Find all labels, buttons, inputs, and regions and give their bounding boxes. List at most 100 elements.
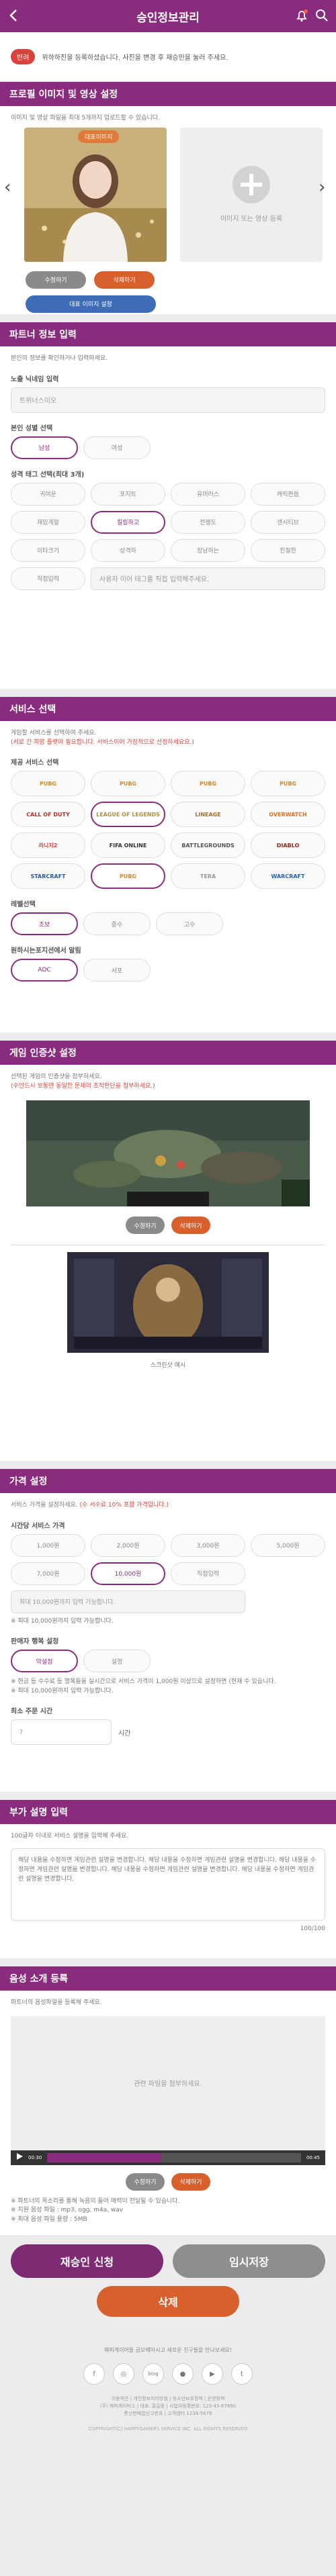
game-option[interactable]: 리니지2 — [11, 832, 85, 858]
footer-text: 해피게이머들 곰모예마시고 새로운 친구들을 만나보세요! — [103, 2347, 233, 2353]
youtube-icon[interactable]: ▶ — [202, 2363, 223, 2385]
service-section: 서비스 선택 게임할 서비스를 선택하여 주세요. (서로 간 희망 플랫이 필… — [0, 697, 336, 1033]
tag-chip[interactable]: 직접입력 — [11, 567, 85, 590]
section-desc-red: (수 서수료 10% 포함 가격입니다.) — [79, 1502, 169, 1509]
tag-chip[interactable]: 포지트 — [91, 482, 165, 506]
shot-delete-button[interactable]: 삭제하기 — [171, 1217, 210, 1234]
example-caption: 스크린샷 예시 — [150, 1362, 186, 1369]
section-desc-red: (수인드시 보통만 동일한 문제의 조작판단을 첨부하세요.) — [11, 1082, 155, 1090]
method-option[interactable]: 설정 — [83, 1650, 151, 1672]
tag-chip[interactable]: 이타크기 — [11, 538, 85, 562]
game-option[interactable]: STARCRAFT — [11, 863, 85, 889]
add-media-label: 이미지 또는 영상 등록 — [220, 216, 283, 223]
back-icon[interactable] — [7, 8, 22, 23]
game-option[interactable]: TERA — [171, 863, 245, 889]
chevron-left-icon[interactable]: ‹ — [4, 177, 17, 197]
tags-label: 성격 태그 선택(최대 3개) — [11, 471, 85, 479]
tag-chip[interactable]: 재밌게말 — [11, 510, 85, 534]
bell-icon[interactable] — [294, 8, 309, 23]
game-option[interactable]: LEAGUE OF LEGENDS — [91, 802, 165, 827]
notice-text: 위하하진을 등록하셨습니다. 사진을 변경 후 재승인을 눌러 주세요. — [42, 54, 228, 62]
search-icon[interactable] — [314, 8, 329, 23]
section-title: 가격 설정 — [0, 1469, 336, 1493]
photo-delete-button[interactable]: 삭제하기 — [94, 271, 155, 289]
game-option[interactable]: PUBG — [251, 771, 325, 796]
price-custom-button[interactable]: 직접입력 — [171, 1562, 245, 1585]
game-option[interactable]: PUBG — [91, 771, 165, 796]
position-option[interactable]: ADC — [11, 959, 78, 982]
game-option[interactable]: CALL OF DUTY — [11, 802, 85, 827]
gender-option[interactable]: 여성 — [83, 436, 151, 459]
twitter-icon[interactable]: t — [231, 2363, 253, 2385]
facebook-icon[interactable]: f — [83, 2363, 105, 2385]
set-rep-image-button[interactable]: 대표 이미지 설정 — [26, 295, 156, 313]
price-option[interactable]: 7,000원 — [11, 1562, 85, 1585]
tier-option[interactable]: 초보 — [11, 912, 78, 935]
add-media-card[interactable]: 이미지 또는 영상 등록 — [180, 127, 323, 262]
tag-chip[interactable]: 킬링하고 — [91, 510, 165, 534]
tag-chip[interactable]: 센시티브 — [251, 510, 325, 534]
tag-chip[interactable]: 유머러스 — [171, 482, 245, 506]
kakao-icon[interactable]: ● — [172, 2363, 194, 2385]
game-option[interactable]: PUBG — [91, 863, 165, 889]
tag-chip[interactable]: 친절한 — [251, 538, 325, 562]
audio-progress[interactable] — [47, 2152, 301, 2162]
voice-upload-box[interactable]: 관련 파일을 첨부하세요. 00:30 00:45 — [11, 2015, 325, 2165]
instagram-icon[interactable]: ◎ — [113, 2363, 134, 2385]
game-option[interactable]: DIABLO — [251, 832, 325, 858]
profile-section: 프로필 이미지 및 영상 설정 이미지 및 영상 파일을 최대 5개까지 업로드… — [0, 82, 336, 314]
voice-delete-button[interactable]: 삭제하기 — [171, 2173, 210, 2191]
position-option[interactable]: 서포 — [83, 959, 151, 982]
reapprove-button[interactable]: 재승인 신청 — [11, 2244, 163, 2278]
voice-note: ※ 파트너의 목소리를 통해 녹음의 들어 매력이 전달될 수 있습니다. — [11, 2197, 180, 2205]
chevron-right-icon[interactable]: › — [319, 177, 332, 197]
price-note: ※ 최대 10,000원까지 입력 가능합니다. — [11, 1617, 114, 1625]
price-custom-input[interactable]: 최대 10,000원까지 입력 가능합니다. — [11, 1590, 245, 1613]
price-option[interactable]: 3,000원 — [171, 1533, 245, 1557]
min-time-label: 최소 주문 시간 — [11, 1708, 53, 1715]
price-option[interactable]: 5,000원 — [251, 1533, 325, 1557]
play-icon[interactable] — [16, 2153, 23, 2162]
price-option[interactable]: 1,000원 — [11, 1533, 85, 1557]
tag-chip[interactable]: 귀여운 — [11, 482, 85, 506]
min-time-input[interactable]: ? — [11, 1719, 112, 1745]
tag-chip[interactable]: 장남하는 — [171, 538, 245, 562]
game-option[interactable]: PUBG — [11, 771, 85, 796]
game-option[interactable]: LINEAGE — [171, 802, 245, 827]
shot-edit-button[interactable]: 수정하기 — [126, 1217, 165, 1234]
game-option[interactable]: PUBG — [171, 771, 245, 796]
section-title: 프로필 이미지 및 영상 설정 — [0, 82, 336, 106]
tier-option[interactable]: 고수 — [156, 912, 223, 935]
game-screenshot[interactable] — [26, 1100, 310, 1208]
game-option[interactable]: OVERWATCH — [251, 802, 325, 827]
delete-button[interactable]: 삭제 — [97, 2286, 239, 2317]
profile-photo[interactable]: 대표이미지 — [24, 127, 167, 262]
temp-save-button[interactable]: 임시저장 — [173, 2244, 325, 2278]
tag-chip[interactable]: 캐릭판씀 — [251, 482, 325, 506]
min-time-unit: 시간 — [118, 1729, 131, 1737]
rep-image-tag: 대표이미지 — [78, 130, 120, 143]
description-textarea[interactable]: 해당 내용을 수정하면 게임관련 설명을 변경합니다. 해당 내용을 수정하면 … — [11, 1848, 325, 1921]
game-option[interactable]: WARCRAFT — [251, 863, 325, 889]
voice-drop-label: 관련 파일을 첨부하세요. — [11, 2015, 325, 2150]
price-option[interactable]: 10,000원 — [91, 1562, 165, 1585]
photo-edit-button[interactable]: 수정하기 — [26, 271, 86, 289]
footer-info: (주) 해피게이머스 | 대표: 홍길동 | 사업자등록번호: 123-45-6… — [99, 2403, 237, 2410]
custom-tag-input[interactable]: 사용자 이어 태그를 직접 입력해주세요. — [91, 567, 325, 590]
position-label: 원하시는포지션에서 알림 — [11, 947, 81, 955]
games-label: 제공 서비스 선택 — [11, 759, 59, 767]
blog-icon[interactable]: blog — [142, 2363, 164, 2385]
section-desc: 서비스 가격을 설정하세요. — [11, 1502, 78, 1509]
game-grid: PUBG PUBG PUBG PUBG CALL OF DUTY LEAGUE … — [11, 771, 325, 889]
tag-chip[interactable]: 전쟁도 — [171, 510, 245, 534]
game-option[interactable]: FIFA ONLINE — [91, 832, 165, 858]
voice-edit-button[interactable]: 수정하기 — [126, 2173, 165, 2191]
tier-option[interactable]: 중수 — [83, 912, 151, 935]
game-option[interactable]: BATTLEGROUNDS — [171, 832, 245, 858]
method-option[interactable]: 악설정 — [11, 1650, 78, 1672]
price-option[interactable]: 2,000원 — [91, 1533, 165, 1557]
voice-note: ※ 최대 음성 파일 용량 : 5MB — [11, 2215, 87, 2223]
nickname-input[interactable]: 트위너스이오 — [11, 387, 325, 413]
tag-chip[interactable]: 상격하 — [91, 538, 165, 562]
gender-option[interactable]: 남성 — [11, 436, 78, 459]
